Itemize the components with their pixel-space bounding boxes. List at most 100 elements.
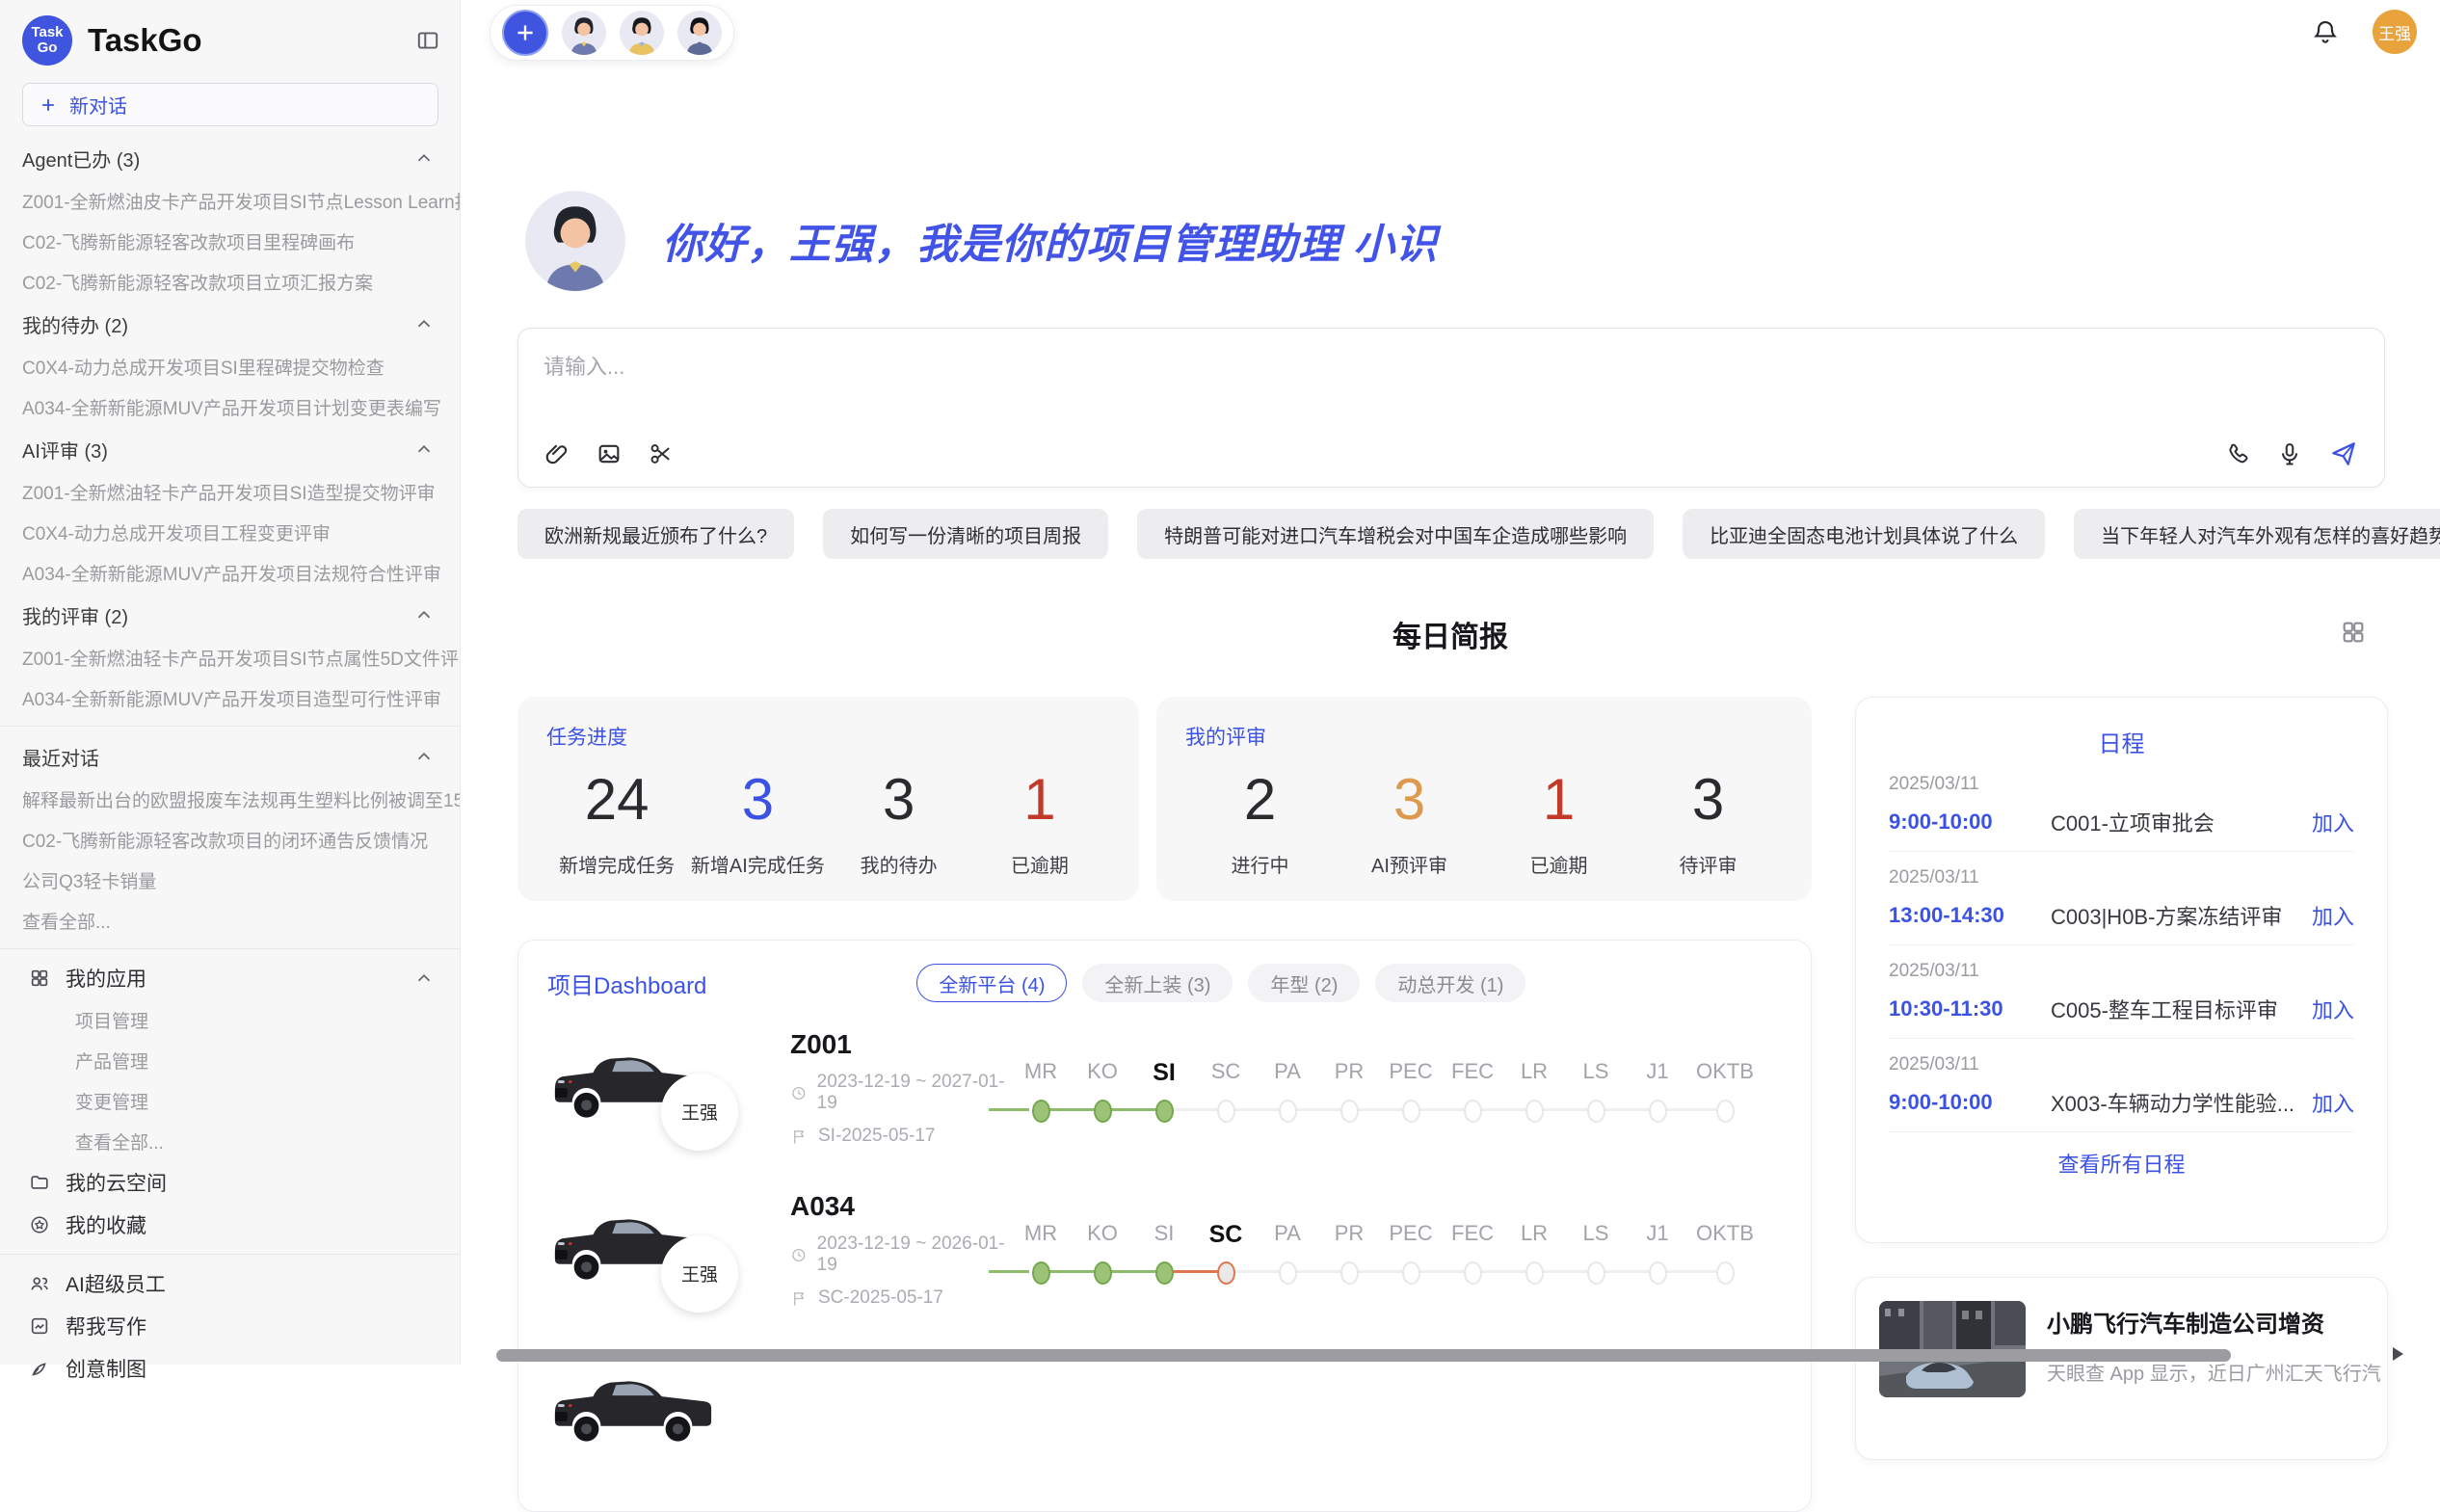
scroll-right-arrow[interactable] bbox=[2393, 1347, 2403, 1361]
suggestion-chip[interactable]: 当下年轻人对汽车外观有怎样的喜好趋势 bbox=[2074, 509, 2440, 559]
list-item[interactable]: 公司Q3轻卡销量 bbox=[0, 860, 460, 900]
section-my-review[interactable]: 我的评审 (2) bbox=[0, 593, 460, 637]
plus-icon bbox=[513, 20, 538, 45]
flag-icon bbox=[790, 1127, 809, 1146]
notification-bell-icon[interactable] bbox=[2311, 17, 2340, 46]
tab-new-body[interactable]: 全新上装 (3) bbox=[1082, 964, 1233, 1002]
milestone-label: KO bbox=[1072, 1221, 1133, 1254]
event-name: C003|H0B-方案冻结评审 bbox=[2051, 900, 2312, 931]
new-chat-button[interactable]: 新对话 bbox=[22, 83, 438, 126]
card-title: 我的评审 bbox=[1185, 722, 1783, 751]
briefing-layout-icon[interactable] bbox=[2340, 619, 2367, 646]
sidebar-item-my-apps[interactable]: 我的应用 bbox=[0, 957, 460, 999]
list-item[interactable]: C0X4-动力总成开发项目工程变更评审 bbox=[0, 512, 460, 552]
list-item[interactable]: C02-飞腾新能源轻客改款项目里程碑画布 bbox=[0, 221, 460, 261]
avatar[interactable] bbox=[677, 11, 722, 55]
join-link[interactable]: 加入 bbox=[2312, 807, 2354, 837]
chevron-up-icon[interactable] bbox=[413, 604, 435, 625]
owner-name: 王强 bbox=[681, 1099, 718, 1125]
project-flag-date: SI-2025-05-17 bbox=[818, 1126, 935, 1147]
add-session-button[interactable] bbox=[502, 10, 548, 56]
suggestion-chip[interactable]: 比亚迪全固态电池计划具体说了什么 bbox=[1683, 509, 2045, 559]
join-link[interactable]: 加入 bbox=[2312, 1087, 2354, 1118]
chevron-up-icon[interactable] bbox=[413, 313, 435, 334]
sidebar-item-help-write[interactable]: 帮我写作 bbox=[0, 1305, 460, 1347]
schedule-event: 2025/03/11 9:00-10:00 C001-立项审批会 加入 bbox=[1889, 758, 2354, 852]
chevron-up-icon[interactable] bbox=[413, 147, 435, 169]
sidebar-item-creative-draw[interactable]: 创意制图 bbox=[0, 1347, 460, 1390]
milestone-dot bbox=[1279, 1100, 1297, 1123]
send-icon[interactable] bbox=[2328, 438, 2359, 469]
milestone-label: PEC bbox=[1380, 1221, 1442, 1254]
list-item[interactable]: A034-全新新能源MUV产品开发项目计划变更表编写 bbox=[0, 386, 460, 427]
project-row[interactable]: 王强 A034 2023-12-19 ~ 2026-01-19 SC-2025-… bbox=[547, 1174, 1782, 1326]
project-row[interactable]: 王强 Z001 2023-12-19 ~ 2027-01-19 SI-2025-… bbox=[547, 1012, 1782, 1164]
image-upload-icon[interactable] bbox=[596, 440, 623, 467]
list-item[interactable]: Z001-全新燃油轻卡产品开发项目SI节点属性5D文件评审 bbox=[0, 637, 460, 677]
milestone-label: FEC bbox=[1442, 1221, 1503, 1254]
list-item[interactable]: A034-全新新能源MUV产品开发项目造型可行性评审 bbox=[0, 677, 460, 718]
avatar[interactable] bbox=[562, 11, 606, 55]
milestone-label: MR bbox=[1010, 1059, 1072, 1092]
news-snippet: 天眼查 App 显示，近日广州汇天飞行汽 bbox=[2047, 1358, 2381, 1386]
avatar[interactable] bbox=[620, 11, 664, 55]
stat: 24 新增完成任务 bbox=[546, 766, 687, 878]
grid-icon bbox=[29, 968, 50, 989]
news-card[interactable]: 小鹏飞行汽车制造公司增资 天眼查 App 显示，近日广州汇天飞行汽 bbox=[1855, 1277, 2388, 1460]
join-link[interactable]: 加入 bbox=[2312, 900, 2354, 931]
sidebar-item-label: 帮我写作 bbox=[66, 1312, 146, 1340]
my-review-card: 我的评审 2 进行中 3 AI预评审 1 已逾期 3 bbox=[1156, 697, 1812, 901]
sidebar-item-favorites[interactable]: 我的收藏 bbox=[0, 1204, 460, 1246]
sidebar-item-project-mgmt[interactable]: 项目管理 bbox=[0, 999, 460, 1040]
section-ai-review[interactable]: AI评审 (3) bbox=[0, 427, 460, 471]
section-my-todo[interactable]: 我的待办 (2) bbox=[0, 302, 460, 346]
sidebar-item-ai-employee[interactable]: AI超级员工 bbox=[0, 1262, 460, 1305]
list-item[interactable]: Z001-全新燃油轻卡产品开发项目SI造型提交物评审 bbox=[0, 471, 460, 512]
chevron-up-icon[interactable] bbox=[413, 746, 435, 767]
suggestion-chip[interactable]: 特朗普可能对进口汽车增税会对中国车企造成哪些影响 bbox=[1137, 509, 1654, 559]
tab-new-platform[interactable]: 全新平台 (4) bbox=[916, 964, 1067, 1002]
sidebar-item-cloud-space[interactable]: 我的云空间 bbox=[0, 1161, 460, 1204]
divider bbox=[0, 726, 460, 727]
main-area: 王强 你好，王强，我是你的项目管理助理 小识 请输入... 欧洲新规最近颁布了什… bbox=[461, 0, 2440, 1365]
stat-label: 已逾期 bbox=[1484, 850, 1633, 878]
tab-year-model[interactable]: 年型 (2) bbox=[1248, 964, 1360, 1002]
view-all-chats[interactable]: 查看全部... bbox=[0, 900, 460, 941]
stat: 2 进行中 bbox=[1185, 766, 1335, 878]
milestone-label: OKTB bbox=[1688, 1059, 1762, 1092]
list-item[interactable]: 解释最新出台的欧盟报废车法规再生塑料比例被调至15%... bbox=[0, 779, 460, 819]
view-all-schedule-link[interactable]: 查看所有日程 bbox=[1889, 1148, 2354, 1179]
list-item[interactable]: C02-飞腾新能源轻客改款项目的闭环通告反馈情况 bbox=[0, 819, 460, 860]
milestone-dot bbox=[1340, 1100, 1359, 1123]
tab-powertrain[interactable]: 动总开发 (1) bbox=[1375, 964, 1525, 1002]
chevron-up-icon[interactable] bbox=[413, 968, 435, 989]
snippet-scissors-icon[interactable] bbox=[648, 440, 675, 467]
sidebar-item-change-mgmt[interactable]: 变更管理 bbox=[0, 1080, 460, 1121]
milestone-label: LR bbox=[1503, 1059, 1565, 1092]
list-item[interactable]: Z001-全新燃油皮卡产品开发项目SI节点Lesson Learn报告 bbox=[0, 180, 460, 221]
list-item[interactable]: C0X4-动力总成开发项目SI里程碑提交物检查 bbox=[0, 346, 460, 386]
join-link[interactable]: 加入 bbox=[2312, 994, 2354, 1024]
chevron-up-icon[interactable] bbox=[413, 438, 435, 460]
suggestion-chip[interactable]: 欧洲新规最近颁布了什么? bbox=[517, 509, 794, 559]
microphone-icon[interactable] bbox=[2276, 440, 2303, 467]
user-avatar[interactable]: 王强 bbox=[2373, 10, 2417, 54]
list-item[interactable]: A034-全新新能源MUV产品开发项目法规符合性评审 bbox=[0, 552, 460, 593]
voice-call-icon[interactable] bbox=[2224, 440, 2251, 467]
plus-icon bbox=[39, 95, 58, 115]
milestone-label: LR bbox=[1503, 1221, 1565, 1254]
section-title: 最近对话 bbox=[22, 743, 99, 771]
milestone-label: PA bbox=[1257, 1221, 1318, 1254]
milestone-track: MR KO SI SC PA PR PEC FEC LR LS J1 OKTB bbox=[1010, 1053, 1782, 1123]
list-item[interactable]: C02-飞腾新能源轻客改款项目立项汇报方案 bbox=[0, 261, 460, 302]
attachment-icon[interactable] bbox=[544, 440, 570, 467]
sidebar-item-product-mgmt[interactable]: 产品管理 bbox=[0, 1040, 460, 1080]
suggestion-chip[interactable]: 如何写一份清晰的项目周报 bbox=[823, 509, 1108, 559]
collapse-sidebar-icon[interactable] bbox=[415, 28, 440, 53]
section-agent-done[interactable]: Agent已办 (3) bbox=[0, 136, 460, 180]
section-recent-chats[interactable]: 最近对话 bbox=[0, 734, 460, 779]
chat-input[interactable]: 请输入... bbox=[517, 328, 2385, 488]
horizontal-scrollbar[interactable] bbox=[496, 1349, 2231, 1362]
milestone-dot bbox=[1464, 1100, 1482, 1123]
view-all-apps[interactable]: 查看全部... bbox=[0, 1121, 460, 1161]
